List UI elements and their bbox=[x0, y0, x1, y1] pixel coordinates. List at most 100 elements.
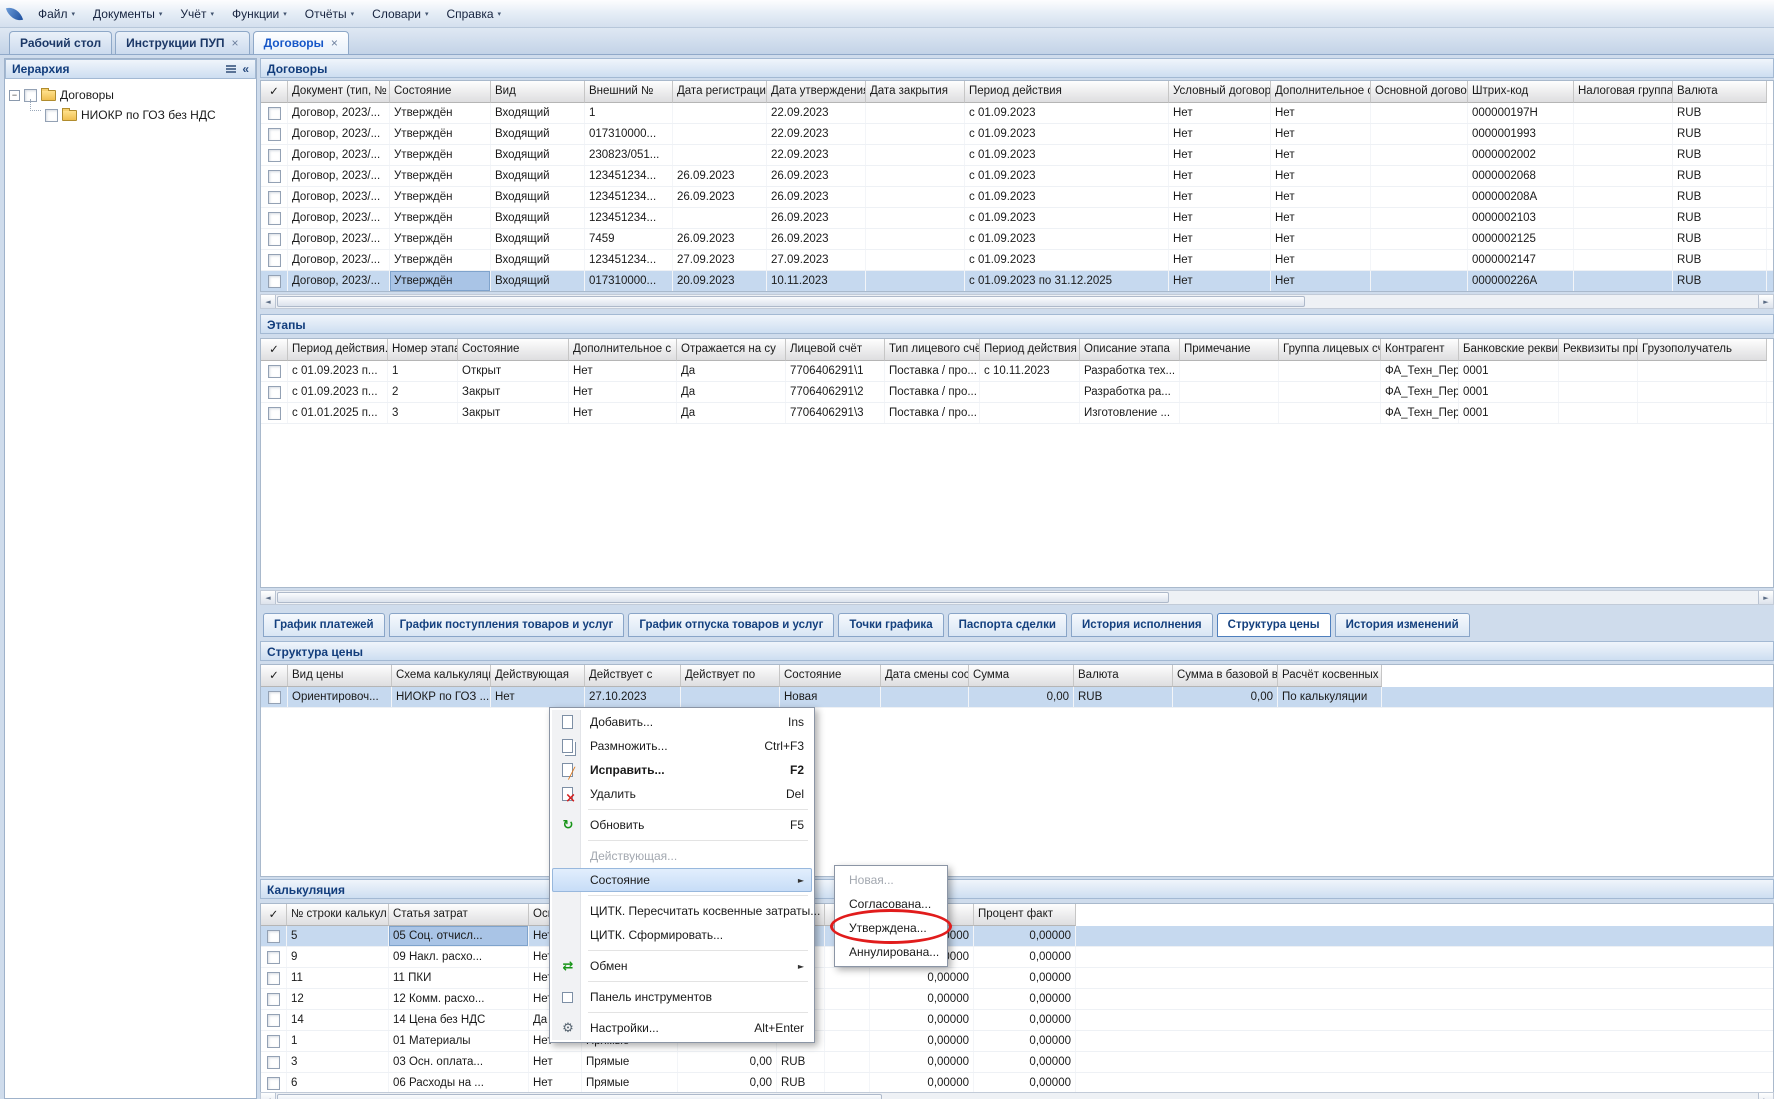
menu-item[interactable]: Размножить...Ctrl+F3 bbox=[552, 734, 812, 758]
column-header[interactable]: Расчёт косвенных bbox=[1278, 665, 1382, 687]
table-row[interactable]: 505 Соц. отчисл...Нет0,000000,00000 bbox=[261, 926, 1773, 947]
tree-item[interactable]: НИОКР по ГОЗ без НДС bbox=[5, 105, 256, 125]
row-checkbox-cell[interactable] bbox=[261, 271, 288, 291]
row-checkbox-cell[interactable] bbox=[261, 229, 288, 249]
column-header[interactable]: Дополнительное с bbox=[569, 339, 677, 361]
table-row[interactable]: Договор, 2023/...УтверждёнВходящий017310… bbox=[261, 124, 1773, 145]
table-row[interactable]: 303 Осн. оплата...НетПрямые0,00RUB0,0000… bbox=[261, 1052, 1773, 1073]
checkbox-icon[interactable] bbox=[268, 128, 281, 141]
column-header[interactable]: Банковские рекви bbox=[1459, 339, 1559, 361]
tab-close-icon[interactable]: × bbox=[232, 36, 239, 50]
checkbox-icon[interactable] bbox=[268, 407, 281, 420]
table-row[interactable]: Договор, 2023/...УтверждёнВходящий017310… bbox=[261, 271, 1773, 292]
checkbox-icon[interactable] bbox=[268, 365, 281, 378]
column-header[interactable]: Сумма в базовой в bbox=[1173, 665, 1278, 687]
column-header[interactable]: Вид bbox=[491, 81, 585, 103]
column-header[interactable]: Грузополучатель bbox=[1638, 339, 1767, 361]
menu-item[interactable]: ЦИТК. Сформировать... bbox=[552, 923, 812, 947]
section-tab[interactable]: Точки графика bbox=[838, 613, 943, 637]
menubar-item[interactable]: Отчёты▾ bbox=[296, 2, 363, 26]
column-header[interactable]: Состояние bbox=[390, 81, 491, 103]
column-header[interactable]: Тип лицевого счёт bbox=[885, 339, 980, 361]
column-header[interactable]: ✓ bbox=[261, 665, 288, 687]
row-checkbox-cell[interactable] bbox=[261, 166, 288, 186]
table-row[interactable]: 606 Расходы на ...НетПрямые0,00RUB0,0000… bbox=[261, 1073, 1773, 1094]
menubar-item[interactable]: Справка▾ bbox=[437, 2, 510, 26]
checkbox-icon[interactable] bbox=[45, 109, 58, 122]
column-header[interactable]: Группа лицевых сч bbox=[1279, 339, 1381, 361]
workspace-tab[interactable]: Договоры× bbox=[253, 31, 349, 54]
table-row[interactable]: Ориентировоч...НИОКР по ГОЗ ...Нет27.10.… bbox=[261, 687, 1773, 708]
scroll-left-icon[interactable] bbox=[261, 1093, 276, 1099]
column-header[interactable]: Дата утверждения bbox=[767, 81, 866, 103]
table-row[interactable]: с 01.09.2023 п...2ЗакрытНетДа7706406291\… bbox=[261, 382, 1773, 403]
column-header[interactable]: Внешний № bbox=[585, 81, 673, 103]
checkbox-icon[interactable] bbox=[267, 1077, 280, 1090]
column-header[interactable]: ✓ bbox=[261, 81, 288, 103]
etapy-hscrollbar[interactable] bbox=[260, 590, 1774, 605]
checkbox-icon[interactable] bbox=[267, 972, 280, 985]
table-row[interactable]: с 01.09.2023 п...1ОткрытНетДа7706406291\… bbox=[261, 361, 1773, 382]
checkbox-icon[interactable] bbox=[268, 107, 281, 120]
table-row[interactable]: Договор, 2023/...УтверждёнВходящий230823… bbox=[261, 145, 1773, 166]
menu-item[interactable]: ⇄Обмен► bbox=[552, 954, 812, 978]
checkbox-icon[interactable] bbox=[267, 1014, 280, 1027]
column-header[interactable]: Отражается на су bbox=[677, 339, 786, 361]
column-header[interactable]: ✓ bbox=[261, 339, 288, 361]
row-checkbox-cell[interactable] bbox=[261, 926, 287, 946]
scroll-right-icon[interactable] bbox=[1758, 591, 1773, 604]
menu-item[interactable]: ЦИТК. Пересчитать косвенные затраты... bbox=[552, 899, 812, 923]
checkbox-icon[interactable] bbox=[268, 212, 281, 225]
menu-item[interactable]: ⚙Настройки...Alt+Enter bbox=[552, 1016, 812, 1040]
table-row[interactable]: Договор, 2023/...УтверждёнВходящий123451… bbox=[261, 166, 1773, 187]
column-header[interactable]: Валюта bbox=[1074, 665, 1173, 687]
checkbox-icon[interactable] bbox=[268, 254, 281, 267]
section-tab[interactable]: Структура цены bbox=[1217, 613, 1331, 637]
row-checkbox-cell[interactable] bbox=[261, 103, 288, 123]
column-header[interactable]: Примечание bbox=[1180, 339, 1279, 361]
tab-close-icon[interactable]: × bbox=[331, 36, 338, 50]
table-row[interactable]: 1212 Комм. расхо...Нет0,000000,00000 bbox=[261, 989, 1773, 1010]
row-checkbox-cell[interactable] bbox=[261, 989, 287, 1009]
table-row[interactable]: Договор, 2023/...УтверждёнВходящий123451… bbox=[261, 208, 1773, 229]
table-row[interactable]: Договор, 2023/...УтверждёнВходящий122.09… bbox=[261, 103, 1773, 124]
menu-item[interactable]: Новая... bbox=[837, 868, 945, 892]
table-row[interactable]: Договор, 2023/...УтверждёнВходящий745926… bbox=[261, 229, 1773, 250]
menu-item[interactable]: Исправить...F2 bbox=[552, 758, 812, 782]
tree-expander-icon[interactable]: − bbox=[9, 90, 20, 101]
scroll-thumb[interactable] bbox=[277, 1094, 882, 1099]
scroll-right-icon[interactable] bbox=[1758, 295, 1773, 308]
row-checkbox-cell[interactable] bbox=[261, 1073, 287, 1093]
column-header[interactable]: Контрагент bbox=[1381, 339, 1459, 361]
row-checkbox-cell[interactable] bbox=[261, 187, 288, 207]
menu-item[interactable]: Состояние► bbox=[552, 868, 812, 892]
column-header[interactable]: Документ (тип, № bbox=[288, 81, 390, 103]
dogovory-hscrollbar[interactable] bbox=[260, 294, 1774, 309]
hierarchy-filter-icon[interactable] bbox=[226, 62, 236, 76]
hierarchy-collapse-icon[interactable]: « bbox=[242, 62, 249, 76]
section-tab[interactable]: График платежей bbox=[263, 613, 385, 637]
checkbox-icon[interactable] bbox=[267, 993, 280, 1006]
row-checkbox-cell[interactable] bbox=[261, 361, 288, 381]
menubar-item[interactable]: Файл▾ bbox=[29, 2, 84, 26]
menu-item[interactable]: Действующая... bbox=[552, 844, 812, 868]
row-checkbox-cell[interactable] bbox=[261, 968, 287, 988]
row-checkbox-cell[interactable] bbox=[261, 124, 288, 144]
column-header[interactable]: Схема калькуляци bbox=[392, 665, 491, 687]
column-header[interactable]: Состояние bbox=[458, 339, 569, 361]
table-row[interactable]: 909 Накл. расхо...Нет0,000000,00000 bbox=[261, 947, 1773, 968]
column-header[interactable]: Дата смены состоя bbox=[881, 665, 969, 687]
row-checkbox-cell[interactable] bbox=[261, 1010, 287, 1030]
column-header[interactable]: Действующая bbox=[491, 665, 585, 687]
checkbox-icon[interactable] bbox=[268, 149, 281, 162]
column-header[interactable]: Налоговая группа, bbox=[1574, 81, 1673, 103]
column-header[interactable]: Валюта bbox=[1673, 81, 1767, 103]
menubar-item[interactable]: Функции▾ bbox=[223, 2, 296, 26]
column-header[interactable]: Реквизиты принад bbox=[1559, 339, 1638, 361]
column-header[interactable]: Состояние bbox=[780, 665, 881, 687]
menu-item[interactable]: ↻ОбновитьF5 bbox=[552, 813, 812, 837]
column-header[interactable]: Дополнительное с bbox=[1271, 81, 1371, 103]
menu-item[interactable]: УдалитьDel bbox=[552, 782, 812, 806]
row-checkbox-cell[interactable] bbox=[261, 382, 288, 402]
checkbox-icon[interactable] bbox=[268, 386, 281, 399]
